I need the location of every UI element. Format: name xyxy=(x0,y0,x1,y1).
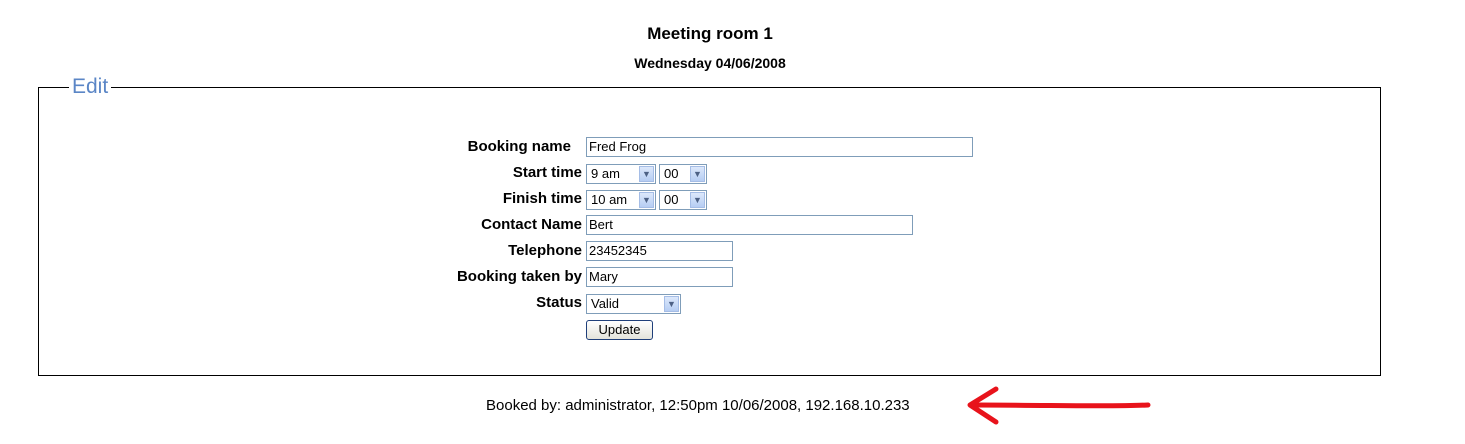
finish-minute-select[interactable]: 00 ▼ xyxy=(659,190,707,210)
room-title: Meeting room 1 xyxy=(647,24,773,43)
status-label: Status xyxy=(536,294,582,311)
contact-name-label: Contact Name xyxy=(481,216,582,233)
finish-hour-select[interactable]: 10 am ▼ xyxy=(586,190,656,210)
status-value: Valid xyxy=(591,296,619,311)
finish-time-label: Finish time xyxy=(502,190,582,207)
chevron-down-icon: ▼ xyxy=(690,192,705,208)
chevron-down-icon: ▼ xyxy=(690,166,705,182)
start-time-label: Start time xyxy=(512,164,582,181)
telephone-label: Telephone xyxy=(508,242,582,259)
taken-by-input[interactable]: Mary xyxy=(586,267,733,287)
taken-by-label: Booking taken by xyxy=(456,268,582,285)
edit-fieldset: Edit Booking name Fred Frog Start time 9… xyxy=(38,74,1381,376)
fieldset-legend: Edit xyxy=(69,74,112,100)
start-minute-select[interactable]: 00 ▼ xyxy=(659,164,707,184)
update-button[interactable]: Update xyxy=(586,320,653,340)
date-title: Wednesday 04/06/2008 xyxy=(634,55,786,71)
chevron-down-icon: ▼ xyxy=(639,192,654,208)
contact-name-input[interactable]: Bert xyxy=(586,215,913,235)
chevron-down-icon: ▼ xyxy=(639,166,654,182)
start-hour-value: 9 am xyxy=(591,166,620,181)
start-minute-value: 00 xyxy=(664,166,679,181)
telephone-input[interactable]: 23452345 xyxy=(586,241,733,261)
booking-name-input[interactable]: Fred Frog xyxy=(586,137,973,157)
finish-hour-value: 10 am xyxy=(591,192,628,207)
start-hour-select[interactable]: 9 am ▼ xyxy=(586,164,656,184)
booking-name-label: Booking name xyxy=(467,138,571,155)
finish-minute-value: 00 xyxy=(664,192,679,207)
red-arrow-icon xyxy=(967,386,1151,425)
chevron-down-icon: ▼ xyxy=(664,296,679,312)
status-select[interactable]: Valid ▼ xyxy=(586,294,681,314)
booked-by-text: Booked by: administrator, 12:50pm 10/06/… xyxy=(486,397,910,414)
